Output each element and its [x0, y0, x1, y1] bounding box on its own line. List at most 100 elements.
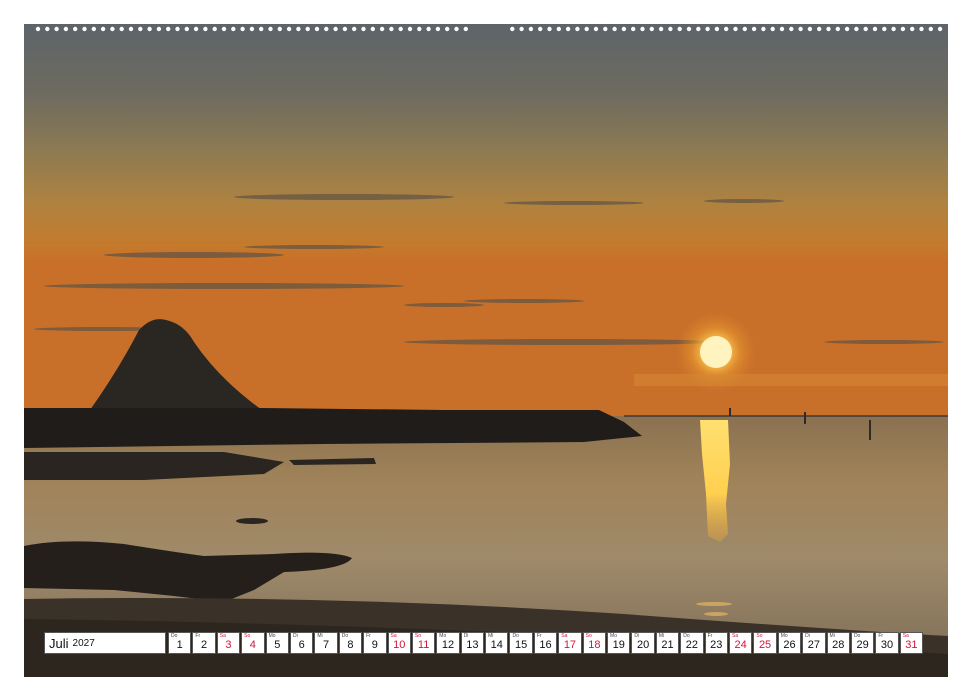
day-cell: So 18: [582, 632, 607, 654]
binding-hole: [119, 26, 124, 32]
binding-hole: [677, 26, 682, 32]
binding-hole: [342, 26, 348, 32]
binding-hole: [296, 26, 301, 32]
binding-hole: [649, 26, 654, 32]
binding-hole: [789, 26, 794, 32]
binding-hole: [240, 26, 245, 32]
sunset-scene: [24, 24, 948, 677]
binding-hole: [147, 26, 152, 32]
wire-binding: [24, 0, 948, 36]
binding-hole: [166, 26, 171, 32]
day-cell: So 4: [241, 632, 265, 654]
day-number: 22: [685, 639, 699, 651]
binding-hole: [807, 26, 813, 32]
day-cell: Fr 30: [875, 632, 899, 654]
binding-hole: [919, 26, 924, 32]
binding-hole: [231, 26, 236, 32]
binding-hole: [445, 26, 450, 32]
day-number: 16: [539, 639, 552, 651]
binding-hole: [900, 26, 906, 32]
binding-hole: [631, 26, 636, 32]
binding-hole: [100, 26, 106, 32]
month-year: 2027: [72, 637, 95, 649]
binding-hole: [175, 26, 180, 32]
binding-hole: [398, 26, 403, 32]
binding-hole: [370, 26, 375, 32]
binding-holes: [35, 0, 943, 32]
binding-hole: [249, 26, 255, 32]
day-cell: Fr 23: [704, 632, 728, 654]
day-cell: Sa 10: [387, 632, 411, 654]
binding-hole: [45, 26, 50, 32]
day-cells: Do 1 Fr 2 Sa 3 So 4 Mo 5 Di 6 Mi 7 Do 8 Fr 9 Sa 10 So 11 Mo 12 D…: [168, 632, 927, 656]
day-cell: Do 29: [850, 632, 875, 654]
day-number: 27: [807, 639, 820, 651]
binding-hole: [454, 26, 459, 32]
binding-hole: [379, 26, 385, 32]
day-cell: Mi 7: [314, 632, 338, 654]
day-cell: Mi 28: [826, 632, 850, 654]
binding-hole: [779, 26, 785, 32]
day-number: 25: [758, 639, 772, 651]
day-number: 10: [393, 639, 406, 651]
day-cell: Mo 5: [265, 632, 289, 654]
binding-hole: [417, 26, 422, 32]
day-cell: Mi 14: [485, 632, 509, 654]
day-number: 5: [274, 639, 281, 651]
day-number: 14: [490, 639, 503, 651]
binding-hole: [203, 26, 208, 32]
day-number: 13: [466, 639, 479, 651]
binding-hole: [872, 26, 878, 32]
day-cell: Di 27: [802, 632, 826, 654]
binding-hole: [259, 26, 264, 32]
binding-hole: [426, 26, 431, 32]
day-cell: Sa 3: [216, 632, 241, 654]
binding-hole: [333, 26, 338, 32]
day-cell: Do 1: [168, 632, 192, 654]
binding-hole: [705, 26, 710, 32]
binding-hole: [686, 26, 692, 32]
binding-hole: [286, 26, 292, 32]
binding-hole: [221, 26, 227, 32]
day-cell: Mi 21: [655, 632, 680, 654]
binding-hole: [733, 26, 738, 32]
binding-hole: [835, 26, 840, 32]
day-number: 3: [225, 639, 232, 651]
binding-hole: [314, 26, 320, 32]
land-spit: [24, 408, 642, 448]
binding-hole: [63, 26, 69, 32]
binding-hole: [844, 26, 850, 32]
binding-hole: [110, 26, 115, 32]
day-cell: Di 6: [289, 632, 314, 654]
binding-hole: [826, 26, 831, 32]
binding-hole: [128, 26, 134, 32]
binding-hole: [621, 26, 627, 32]
day-number: 1: [176, 639, 183, 651]
day-number: 21: [661, 639, 674, 651]
day-number: 26: [783, 639, 796, 651]
day-number: 28: [832, 639, 845, 651]
day-cell: So 11: [411, 632, 436, 654]
binding-hole: [193, 26, 199, 32]
day-cell: Mo 19: [607, 632, 631, 654]
sun: [700, 336, 732, 368]
day-cell: Mo 26: [777, 632, 802, 654]
day-number: 6: [298, 639, 305, 651]
day-number: 12: [441, 639, 455, 651]
binding-hole: [882, 26, 887, 32]
hanger-notch: [472, 0, 500, 12]
day-number: 8: [347, 639, 354, 651]
binding-hole: [73, 26, 78, 32]
binding-hole: [184, 26, 189, 32]
binding-hole: [528, 26, 534, 32]
binding-hole: [770, 26, 775, 32]
month-name: Juli: [49, 635, 69, 651]
day-cell: Sa 17: [558, 632, 582, 654]
binding-hole: [407, 26, 413, 32]
binding-hole: [138, 26, 143, 32]
day-number: 2: [201, 639, 208, 651]
binding-hole: [156, 26, 162, 32]
binding-hole: [91, 26, 97, 32]
binding-hole: [593, 26, 599, 32]
binding-hole: [361, 26, 366, 32]
